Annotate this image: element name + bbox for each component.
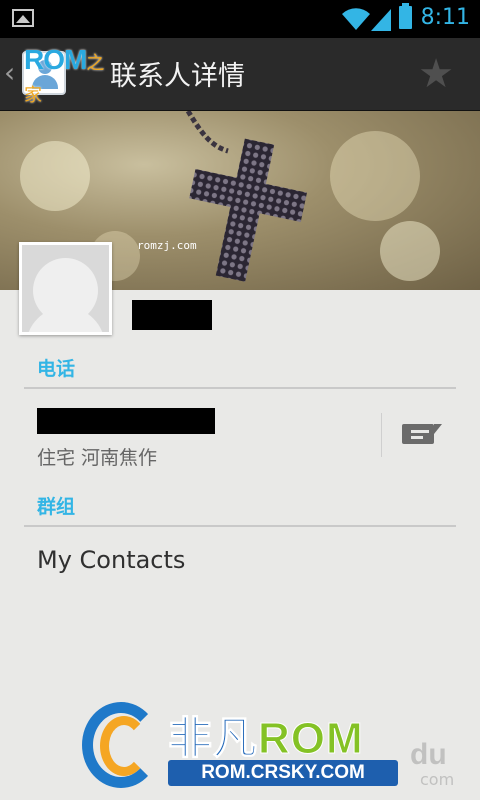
action-bar: ‹ ROM之家 联系人详情 ★ [0,38,480,111]
crsky-url: ROM.CRSKY.COM [168,760,398,786]
star-favorite-button[interactable]: ★ [412,50,460,98]
brand-cn: 非凡 [168,714,258,764]
vertical-divider [381,413,382,457]
page-title: 联系人详情 [110,61,245,92]
send-message-button[interactable] [398,418,442,454]
group-item[interactable]: My Contacts [37,546,185,574]
faint-watermark-com: com [420,770,455,789]
chevron-left-icon: ‹ [4,56,16,89]
wifi-icon [342,8,370,31]
photo-watermark: romzj.com [137,239,197,252]
up-navigation-button[interactable]: ‹ ROM之家 [0,38,110,110]
clock: 8:11 [420,5,470,30]
groups-section-divider [24,525,456,527]
crsky-watermark-logo: 非凡ROM ROM.CRSKY.COM [76,698,406,798]
signal-icon [371,9,391,31]
phone-type-location: 住宅 河南焦作 [37,447,158,469]
gallery-notification-icon [12,9,34,27]
groups-section-header: 群组 [37,496,76,518]
contact-name-redacted [132,300,212,330]
romzj-watermark: ROM之家 [24,44,104,105]
status-bar: 8:11 [0,0,480,38]
phone-section-header: 电话 [37,358,76,380]
contact-avatar[interactable] [19,242,112,335]
brand-rom: ROM [258,714,364,764]
cross-image [185,111,307,282]
phone-section-divider [24,387,456,389]
phone-number-redacted [37,408,215,434]
battery-icon [399,3,412,29]
message-icon [402,424,442,444]
star-outline-icon: ★ [418,51,454,97]
faint-watermark: du [410,738,447,771]
